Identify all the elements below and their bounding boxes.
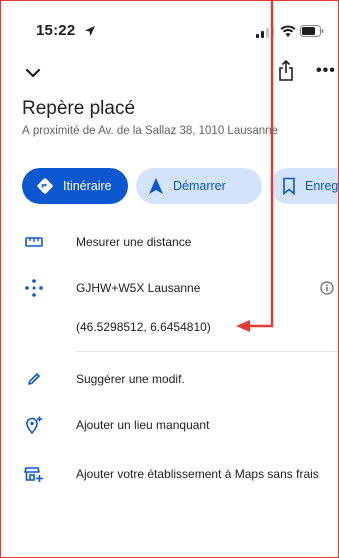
add-missing-place-label: Ajouter un lieu manquant — [76, 418, 210, 432]
navigation-arrow-icon — [149, 178, 163, 194]
add-place-icon — [24, 415, 44, 435]
action-chips: Itinéraire Démarrer Enregistrer — [22, 168, 339, 204]
plus-code-label: GJHW+W5X Lausanne — [76, 281, 201, 295]
wifi-icon — [280, 25, 296, 37]
directions-icon — [37, 178, 53, 194]
add-missing-place-row[interactable]: Ajouter un lieu manquant — [0, 413, 339, 437]
suggest-edit-row[interactable]: Suggérer une modif. — [0, 367, 339, 391]
plus-code-row[interactable]: GJHW+W5X Lausanne — [0, 276, 339, 300]
status-time: 15:22 — [36, 22, 76, 39]
status-bar: 15:22 — [0, 0, 339, 50]
sheet-top-bar: ••• — [0, 58, 339, 94]
save-button[interactable]: Enregistrer — [270, 168, 339, 204]
start-button[interactable]: Démarrer — [136, 168, 262, 204]
battery-icon — [300, 25, 324, 37]
signal-icon — [256, 26, 274, 38]
share-icon[interactable] — [278, 60, 294, 82]
plus-code-icon — [24, 278, 44, 298]
ruler-icon — [24, 232, 44, 252]
directions-label: Itinéraire — [63, 179, 112, 193]
start-label: Démarrer — [173, 179, 226, 193]
add-business-icon — [24, 464, 44, 484]
bookmark-icon — [283, 177, 295, 195]
add-business-row[interactable]: Ajouter votre établissement à Maps sans … — [0, 462, 339, 486]
measure-distance-label: Mesurer une distance — [76, 235, 192, 249]
location-arrow-icon — [85, 26, 95, 36]
divider — [76, 351, 339, 352]
directions-button[interactable]: Itinéraire — [22, 168, 128, 204]
coordinates-label: (46.5298512, 6.6454810) — [76, 320, 211, 334]
save-label: Enregistrer — [305, 179, 339, 193]
chevron-down-icon[interactable] — [24, 66, 42, 80]
more-icon[interactable]: ••• — [316, 62, 336, 80]
suggest-edit-label: Suggérer une modif. — [76, 372, 185, 386]
info-icon[interactable] — [320, 281, 334, 295]
add-business-label: Ajouter votre établissement à Maps sans … — [76, 467, 319, 481]
place-title: Repère placé — [22, 98, 136, 119]
coordinates-row[interactable]: (46.5298512, 6.6454810) — [0, 315, 339, 339]
pencil-icon — [24, 369, 44, 389]
measure-distance-row[interactable]: Mesurer une distance — [0, 230, 339, 254]
place-address: À proximité de Av. de la Sallaz 38, 1010… — [22, 125, 278, 137]
